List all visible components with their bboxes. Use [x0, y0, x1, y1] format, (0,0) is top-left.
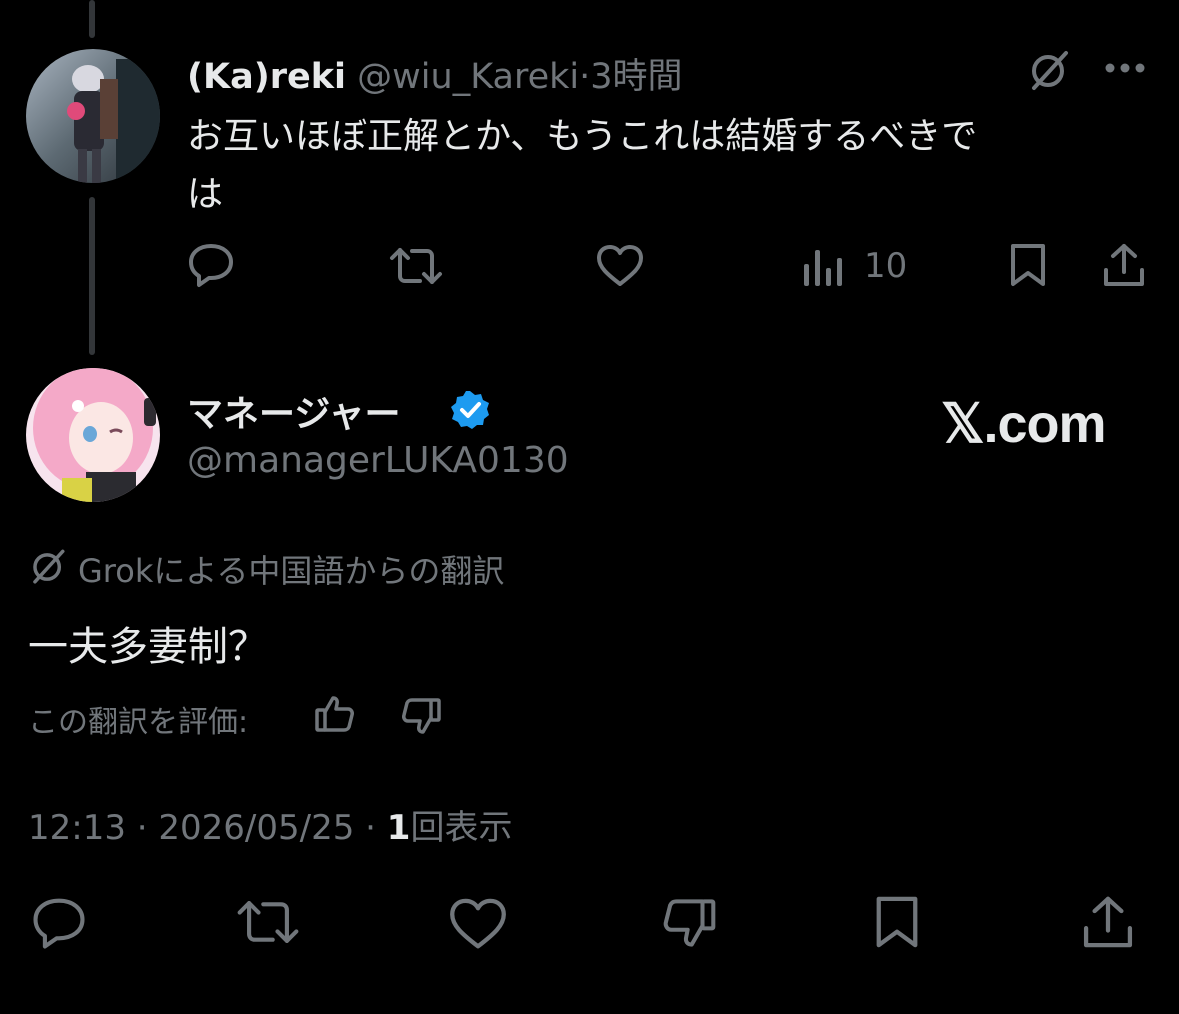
main-header: マネージャー [187, 385, 400, 437]
meta-time[interactable]: 12:13 · 2026/05/25 · [28, 808, 387, 848]
grok-translate-icon [28, 547, 68, 587]
avatar-manager[interactable] [26, 368, 160, 502]
main-handle[interactable]: @managerLUKA0130 [187, 440, 569, 481]
main-bookmark-icon[interactable] [871, 894, 923, 950]
meta-views-label: 回表示 [410, 808, 513, 848]
main-text: 一夫多妻制？ [28, 624, 268, 670]
views-icon[interactable] [804, 248, 846, 286]
reply-separator: · [579, 57, 591, 97]
meta-views-count: 1 [386, 808, 411, 848]
main-reply-icon[interactable] [28, 896, 90, 950]
translation-label[interactable]: Grokによる中国語からの翻訳 [78, 546, 504, 592]
share-icon[interactable] [1101, 242, 1147, 288]
retweet-icon[interactable] [388, 244, 444, 288]
like-icon[interactable] [595, 243, 645, 287]
reply-text-line2: は [187, 174, 224, 215]
grok-icon[interactable] [1026, 48, 1072, 94]
reply-time[interactable]: 3時間 [590, 57, 682, 97]
reply-header: (Ka)reki @wiu_Kareki·3時間 [187, 48, 683, 99]
reply-display-name[interactable]: (Ka)reki [187, 57, 346, 97]
bookmark-icon[interactable] [1008, 242, 1048, 288]
main-dislike-icon[interactable] [660, 896, 718, 950]
x-com-watermark: 𝕏.com [941, 394, 1107, 454]
reply-text: お互いほぼ正解とか、もうこれは結婚するべきで は [187, 108, 977, 224]
rate-label: この翻訳を評価: [28, 705, 249, 740]
thread-line-top [89, 0, 95, 38]
verified-badge-icon [449, 389, 491, 431]
more-icon[interactable] [1105, 62, 1145, 74]
reply-icon[interactable] [187, 242, 235, 288]
main-retweet-icon[interactable] [233, 896, 303, 948]
thumbs-down-icon[interactable] [400, 696, 442, 736]
reply-text-line1: お互いほぼ正解とか、もうこれは結婚するべきで [187, 116, 978, 157]
views-count: 10 [864, 246, 908, 286]
thumbs-up-icon[interactable] [314, 694, 356, 734]
reply-handle[interactable]: @wiu_Kareki [357, 57, 579, 97]
meta-line: 12:13 · 2026/05/25 · 1回表示 [28, 800, 512, 849]
main-display-name[interactable]: マネージャー [187, 394, 400, 435]
thread-line-bottom [89, 197, 95, 355]
main-like-icon[interactable] [447, 896, 509, 950]
main-share-icon[interactable] [1080, 894, 1136, 950]
avatar-kareki[interactable] [26, 49, 160, 183]
